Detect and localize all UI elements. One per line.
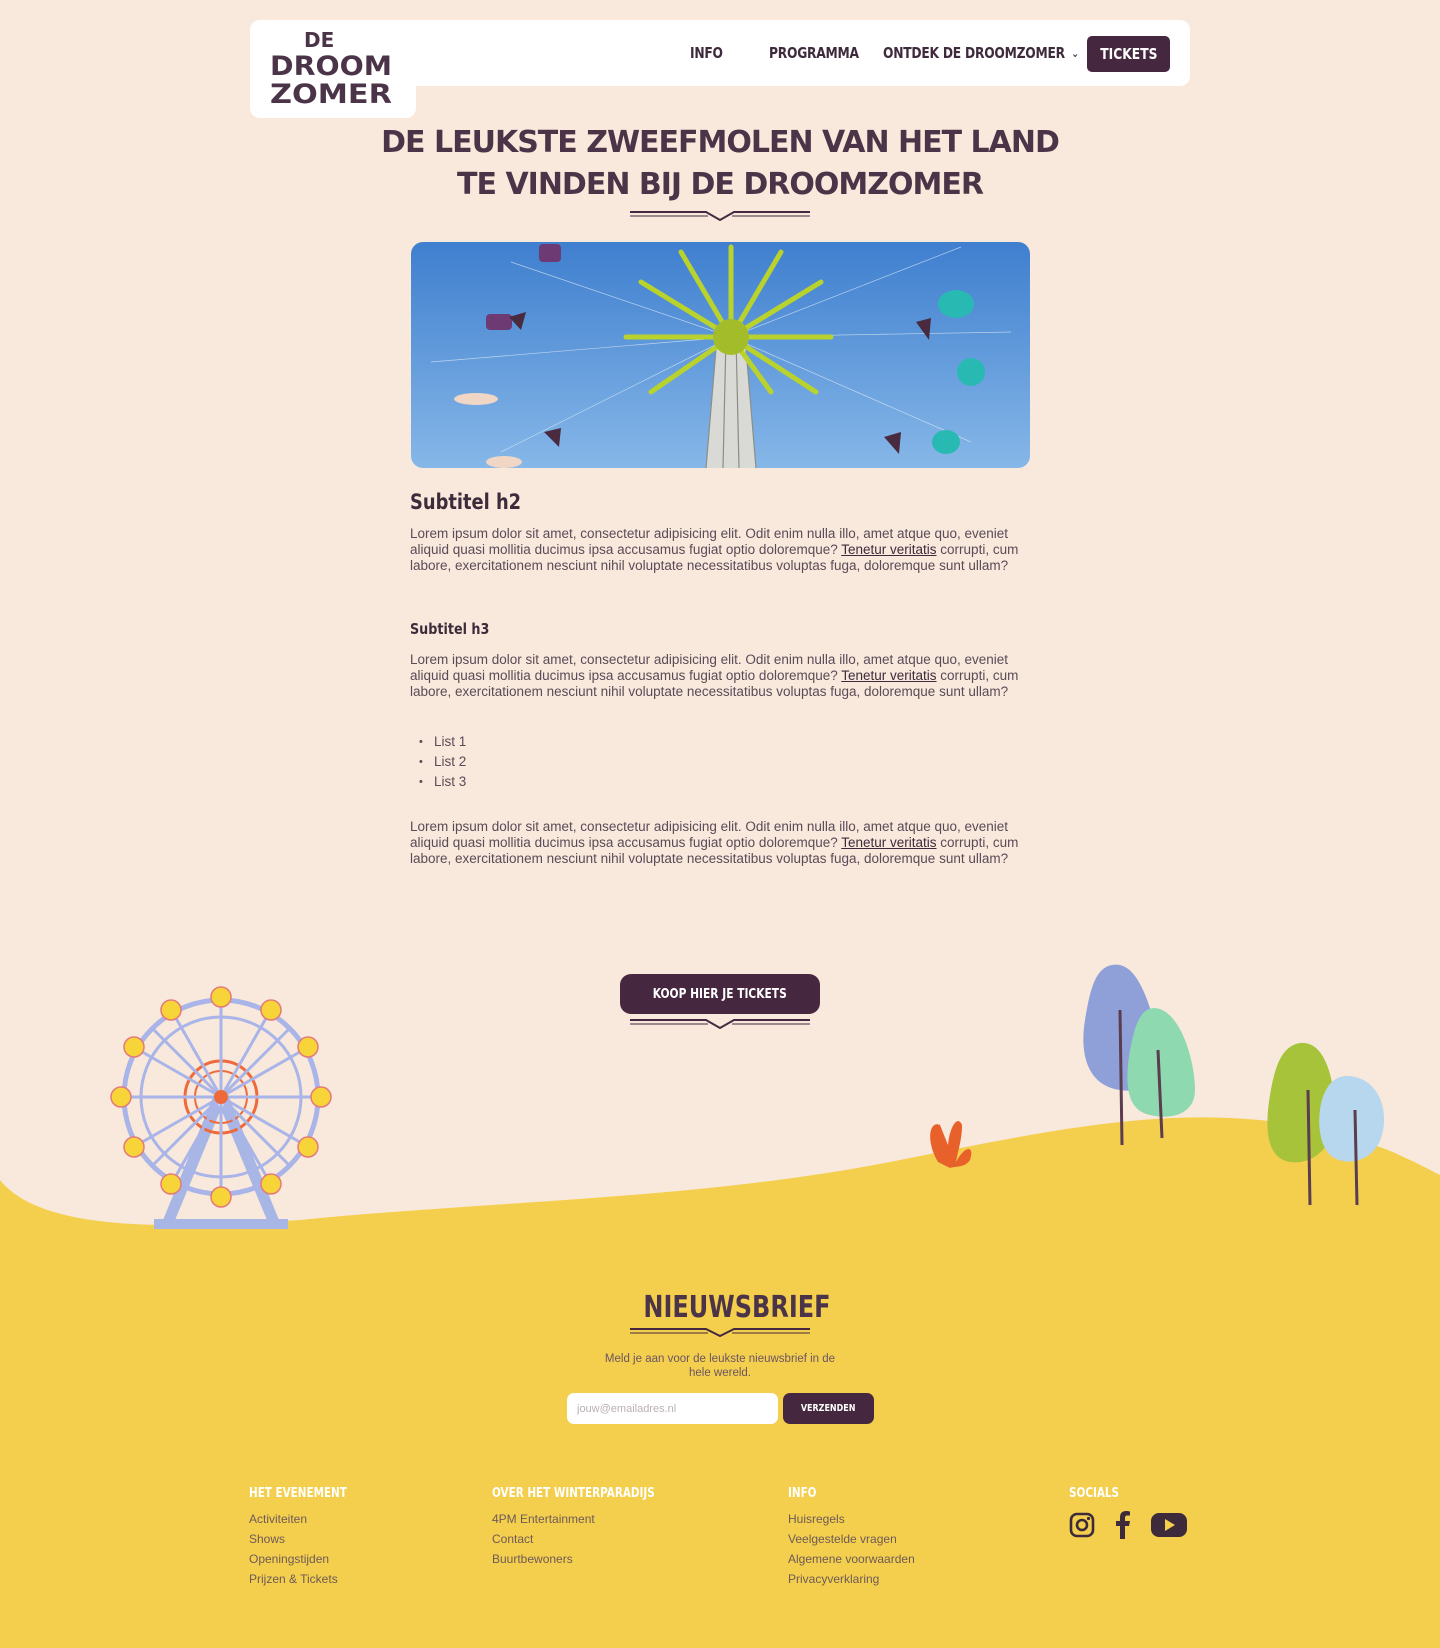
h3-wrapper: Subtitel h3 [410,620,1030,638]
footer-col-winterparadijs: OVER HET WINTERPARADIJS 4PM Entertainmen… [492,1485,695,1569]
footer-heading: HET EVENEMENT [249,1486,347,1501]
footer-link[interactable]: Openingstijden [249,1549,371,1569]
footer-col-socials: SOCIALS [1069,1485,1187,1539]
newsletter-email-input[interactable] [567,1393,778,1424]
article-section: Subtitel h2 [410,490,1030,514]
nav-ontdek-de-droomzomer[interactable]: ONTDEK DE DROOMZOMER ⌄ [883,20,1079,86]
svg-text:DROOM: DROOM [270,51,392,82]
footer-col-evenement: HET EVENEMENT Activiteiten Shows Opening… [249,1485,371,1589]
subtitle-h2: Subtitel h2 [410,490,522,514]
footer-col-info: INFO Huisregels Veelgestelde vragen Alge… [788,1485,915,1589]
paragraph-3: Lorem ipsum dolor sit amet, consectetur … [410,819,1030,867]
tickets-button[interactable]: TICKETS [1087,36,1170,72]
footer-link[interactable]: Prijzen & Tickets [249,1569,371,1589]
cta-ornament [630,1019,810,1030]
paragraph-3-link[interactable]: Tenetur veritatis [841,835,936,850]
bullet-list: List 1 List 2 List 3 [410,732,1030,792]
ferris-wheel [110,986,332,1229]
newsletter-title: NIEUWSBRIEF [643,1290,831,1325]
footer-link[interactable]: Contact [492,1529,695,1549]
list-item: List 3 [410,772,1030,792]
newsletter-ornament [630,1328,810,1338]
footer-link[interactable]: Shows [249,1529,371,1549]
newsletter-submit-button[interactable]: VERZENDEN [783,1393,874,1424]
svg-text:ZOMER: ZOMER [270,79,392,108]
title-ornament [630,211,810,222]
chevron-down-icon: ⌄ [1071,46,1079,60]
list-item: List 1 [410,732,1030,752]
youtube-icon[interactable] [1151,1512,1187,1538]
nav-info[interactable]: INFO [690,20,723,86]
droomzomer-logo[interactable]: DE DROOM ZOMER [268,28,394,108]
footer-heading: SOCIALS [1069,1486,1119,1501]
footer-heading: OVER HET WINTERPARADIJS [492,1486,655,1501]
svg-text:DE: DE [304,28,334,52]
facebook-icon[interactable] [1113,1511,1133,1539]
hero-image-swing-carousel [411,242,1030,468]
paragraph-1-link[interactable]: Tenetur veritatis [841,542,936,557]
newsletter-text: Meld je aan voor de leukste nieuwsbrief … [604,1353,836,1379]
footer-link[interactable]: Huisregels [788,1509,915,1529]
footer-link[interactable]: 4PM Entertainment [492,1509,695,1529]
nav-programma[interactable]: PROGRAMMA [769,20,859,86]
footer-link[interactable]: Activiteiten [249,1509,371,1529]
footer-link[interactable]: Veelgestelde vragen [788,1529,915,1549]
footer-link[interactable]: Buurtbewoners [492,1549,695,1569]
paragraph-2-link[interactable]: Tenetur veritatis [841,668,936,683]
instagram-icon[interactable] [1069,1512,1095,1538]
paragraph-2: Lorem ipsum dolor sit amet, consectetur … [410,652,1030,700]
subtitle-h3: Subtitel h3 [410,620,490,638]
footer-link[interactable]: Privacyverklaring [788,1569,915,1589]
page-title: DE LEUKSTE ZWEEFMOLEN VAN HET LAND TE VI… [381,125,1060,202]
list-item: List 2 [410,752,1030,772]
paragraph-1: Lorem ipsum dolor sit amet, consectetur … [410,526,1030,574]
footer-heading: INFO [788,1486,817,1501]
footer-link[interactable]: Algemene voorwaarden [788,1549,915,1569]
buy-tickets-button[interactable]: KOOP HIER JE TICKETS [620,974,820,1014]
